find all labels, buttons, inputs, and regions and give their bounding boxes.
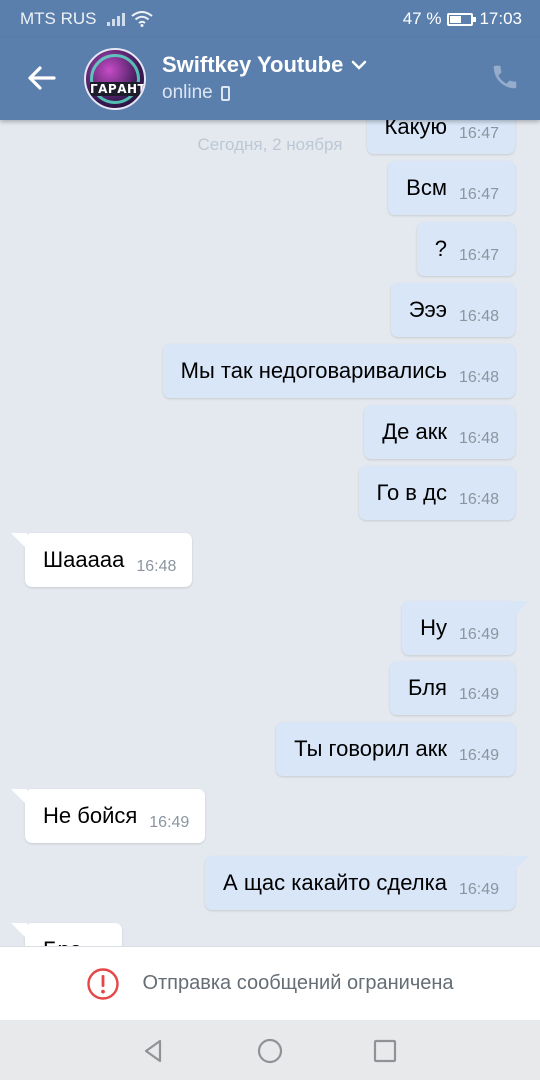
back-triangle-icon[interactable] — [138, 1036, 168, 1066]
bubble-tail — [11, 923, 27, 939]
chevron-down-icon — [352, 60, 367, 70]
message-time: 16:48 — [458, 308, 499, 325]
message-text: Мы так недоговаривались — [180, 358, 447, 383]
message-time: 16:49 — [458, 686, 499, 703]
restriction-banner: Отправка сообщений ограничена — [0, 946, 540, 1020]
carrier-label: MTS RUS — [20, 9, 97, 28]
warning-circle-icon — [87, 967, 120, 1000]
message-text: Эээ — [408, 297, 447, 322]
message-text: ? — [434, 236, 447, 261]
recents-square-icon[interactable] — [370, 1036, 400, 1066]
contact-avatar[interactable]: ГАРАНТ — [84, 48, 146, 110]
outgoing-message[interactable]: Ну 16:49 — [402, 601, 529, 655]
message-time: 16:48 — [458, 430, 499, 447]
message-text: Го в дс — [376, 480, 447, 505]
message-time: 16:48 — [458, 369, 499, 386]
outgoing-message[interactable]: Бля 16:49 — [390, 661, 515, 715]
outgoing-message[interactable]: Всм 16:47 — [388, 161, 515, 215]
bubble-tail — [513, 856, 529, 872]
wifi-icon — [130, 11, 153, 27]
message-text: Какую — [384, 120, 447, 139]
contact-title[interactable]: Swiftkey Youtube — [162, 52, 367, 78]
bubble-tail — [11, 533, 27, 549]
message-time: 16:47 — [458, 247, 499, 264]
system-navigation-bar — [0, 1020, 540, 1080]
outgoing-message[interactable]: Какую 16:47 — [366, 120, 515, 154]
online-status: online — [162, 82, 213, 103]
status-right: 47 % 17:03 — [403, 9, 522, 29]
message-time: 16:49 — [458, 881, 499, 898]
back-arrow-icon[interactable] — [24, 60, 60, 96]
message-text: Бро — [25, 937, 82, 946]
outgoing-message[interactable]: Го в дс 16:48 — [358, 466, 515, 520]
outgoing-message[interactable]: Де акк 16:48 — [364, 405, 515, 459]
message-text: Де акк — [382, 419, 447, 444]
status-left: MTS RUS — [20, 9, 153, 29]
outgoing-message[interactable]: Ты говорил акк 16:49 — [276, 722, 515, 776]
message-time: 16:47 — [458, 186, 499, 203]
outgoing-message[interactable]: Мы так недоговаривались 16:48 — [162, 344, 515, 398]
message-text: Не бойся — [43, 803, 138, 828]
avatar-logo-text: ГАРАНТ — [90, 82, 146, 96]
message-time: 16:49 — [149, 814, 190, 831]
phone-call-icon[interactable] — [490, 62, 520, 92]
incoming-message[interactable]: Бро — [11, 923, 122, 946]
bubble-tail — [513, 601, 529, 617]
restriction-text: Отправка сообщений ограничена — [142, 972, 454, 994]
outgoing-message[interactable]: Эээ 16:48 — [390, 283, 515, 337]
bubble-tail — [11, 789, 27, 805]
message-time: 16:47 — [458, 125, 499, 142]
message-text: Всм — [406, 175, 447, 200]
avatar-ring — [90, 54, 140, 104]
contact-status: online — [162, 82, 230, 104]
mobile-phone-icon — [220, 85, 230, 101]
contact-name: Swiftkey Youtube — [162, 52, 344, 77]
message-time: 16:49 — [458, 626, 499, 643]
outgoing-message[interactable]: ? 16:47 — [416, 222, 515, 276]
battery-percent: 47 % — [402, 9, 442, 28]
message-text: Ты говорил акк — [294, 736, 447, 761]
status-time: 17:03 — [479, 9, 522, 28]
message-text: Шааааа — [43, 547, 125, 572]
status-bar: MTS RUS 47 % 17:03 — [0, 0, 540, 38]
signal-icon — [106, 12, 125, 26]
battery-fill — [450, 15, 461, 23]
incoming-message[interactable]: Шааааа 16:48 — [11, 533, 193, 587]
message-time: 16:48 — [136, 558, 177, 575]
message-list[interactable]: Сегодня, 2 ноября Какую 16:47 Всм 16:47? 16:… — [0, 120, 540, 946]
message-time: 16:49 — [458, 747, 499, 764]
outgoing-message[interactable]: А щас какайто сделка 16:49 — [205, 856, 529, 910]
message-text: Ну — [420, 615, 447, 640]
message-time: 16:48 — [458, 491, 499, 508]
battery-icon — [447, 12, 477, 26]
chat-header: ГАРАНТ Swiftkey Youtube online — [0, 38, 540, 120]
home-circle-icon[interactable] — [255, 1036, 285, 1066]
message-text: Бля — [408, 675, 447, 700]
incoming-message[interactable]: Не бойся 16:49 — [11, 789, 206, 843]
message-text: А щас какайто сделка — [223, 870, 447, 895]
